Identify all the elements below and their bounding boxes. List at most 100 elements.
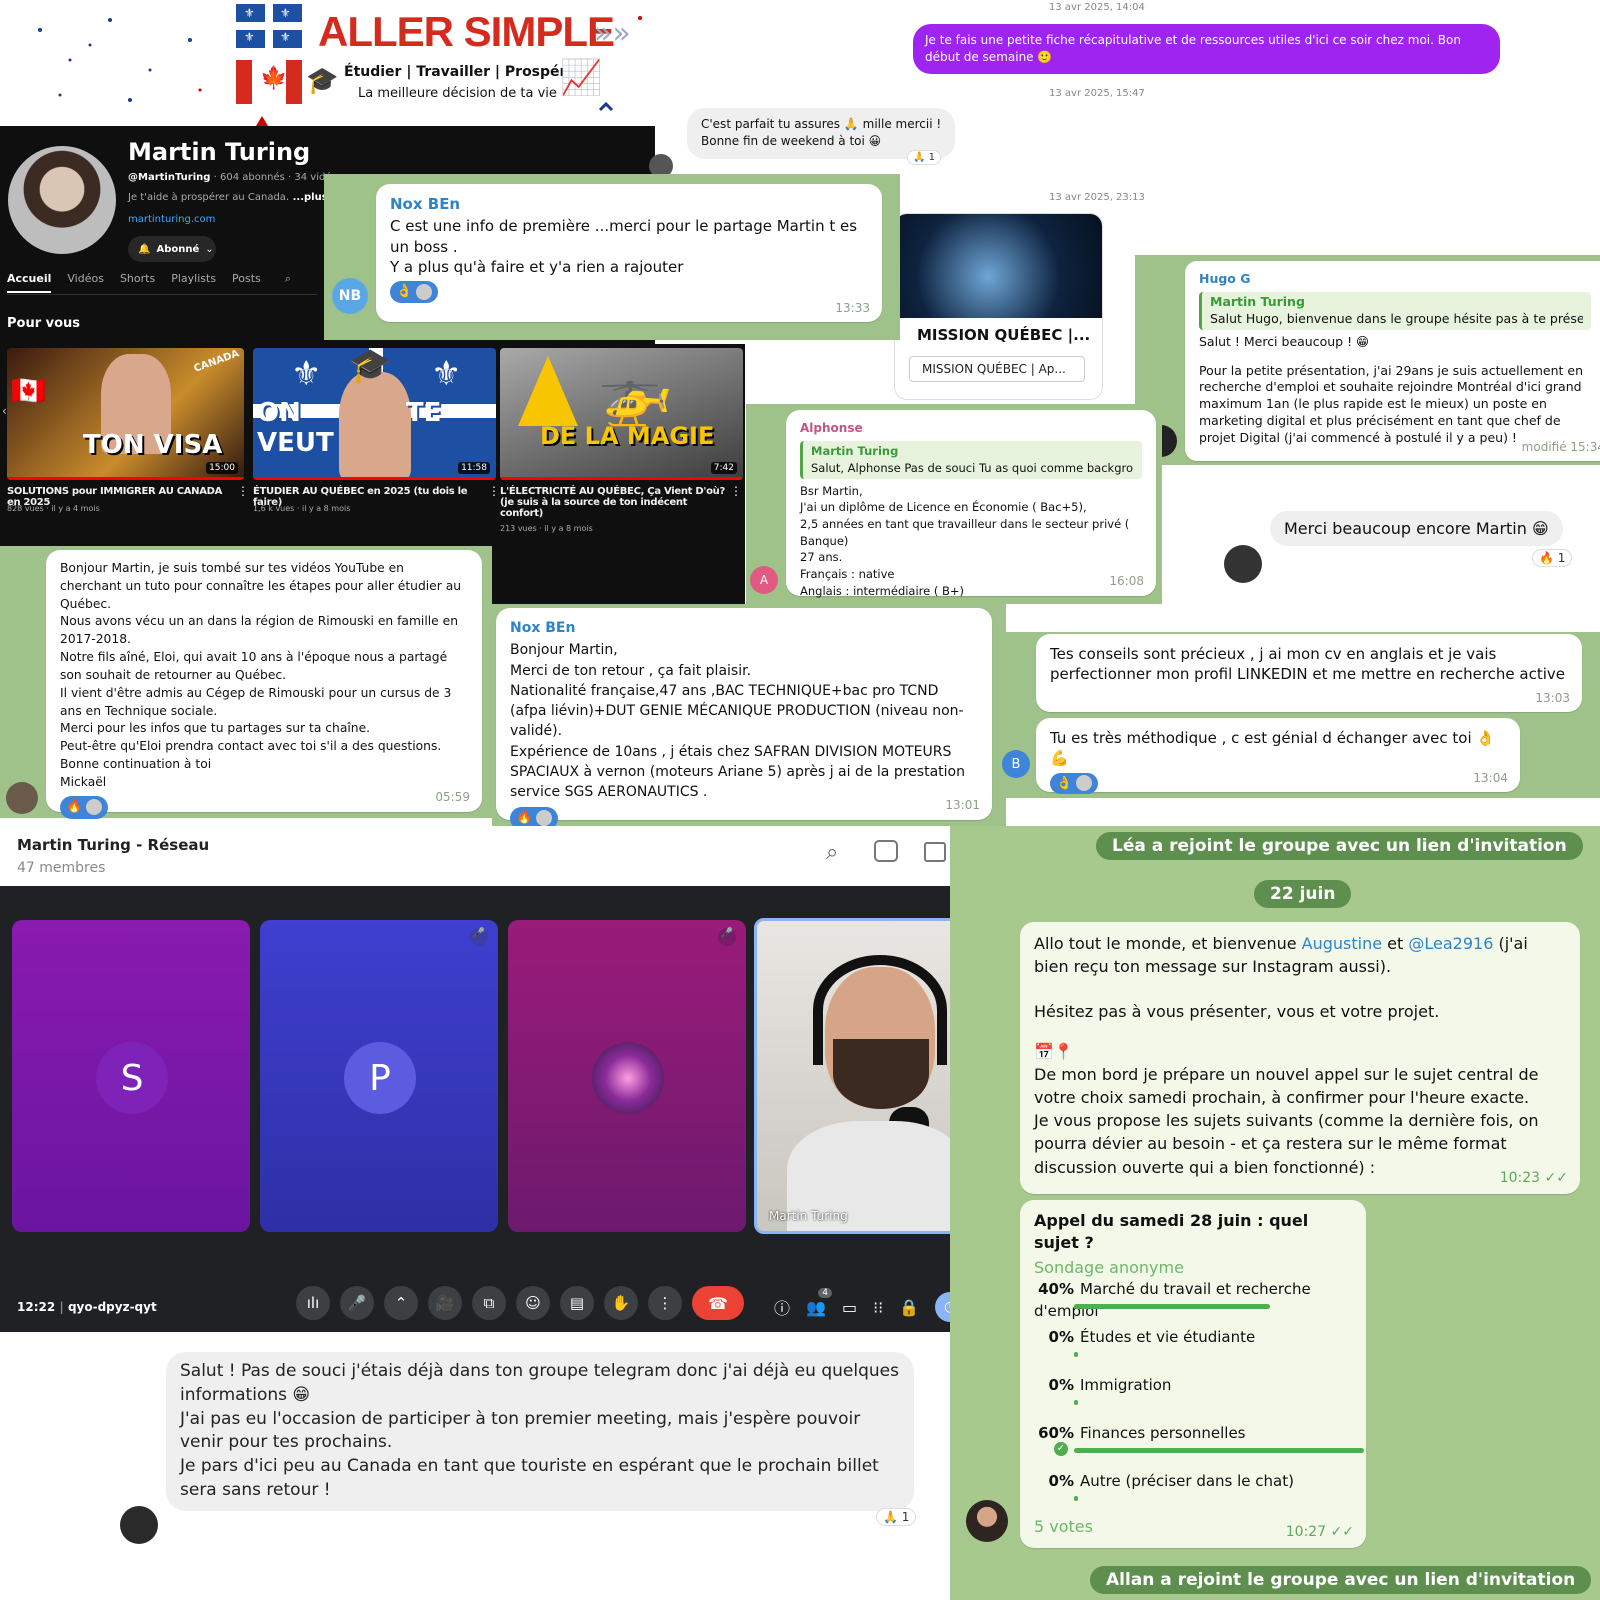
audio-levels-icon[interactable]: ılı	[296, 1286, 330, 1320]
channel-meta: @MartinTuring · 604 abonnés · 34 vidéos	[128, 172, 343, 183]
people-icon[interactable]: 👥 4	[806, 1287, 832, 1317]
mention-link[interactable]: Augustine	[1302, 934, 1382, 953]
scroll-left-icon[interactable]: ‹	[2, 404, 7, 418]
poll-votes[interactable]: 5 votes	[1034, 1516, 1093, 1538]
chat-date: 13 avr 2025, 15:47	[1049, 88, 1145, 99]
meet-clock: 12:22	[17, 1300, 56, 1314]
message-line: Hésitez pas à vous présenter, vous et vo…	[1034, 1002, 1440, 1022]
tab-accueil[interactable]: Accueil	[7, 272, 52, 293]
subscribed-button[interactable]: 🔔 Abonné ⌄	[128, 236, 216, 262]
host-controls-icon[interactable]: 🔒	[899, 1298, 919, 1317]
participant-tile[interactable]: 🎤	[508, 920, 746, 1232]
message-line: Je vous propose les sujets suivants (com…	[1034, 1111, 1539, 1177]
present-screen-icon[interactable]: ⧉	[472, 1286, 506, 1320]
poll-option[interactable]: 0% Immigration	[1034, 1374, 1364, 1418]
poll-option[interactable]: 40% Marché du travail et recherche d'empl…	[1034, 1278, 1364, 1322]
mention-link[interactable]: @Lea2916	[1408, 934, 1493, 953]
reaction-badge[interactable]: 🔥 1	[1532, 549, 1573, 567]
channel-link[interactable]: martinturing.com	[128, 214, 215, 225]
video-thumbnail[interactable]: 🇨🇦 CANADA TON VISA 15:00	[7, 348, 244, 480]
message-line: Salut ! Merci beaucoup ! 😁	[1199, 333, 1370, 349]
tab-playlists[interactable]: Playlists	[171, 272, 216, 293]
message-line: Bonne fin de weekend à toi 😀	[701, 134, 882, 149]
tab-videos[interactable]: Vidéos	[67, 272, 104, 293]
poll-option[interactable]: 60% Finances personnelles ✓	[1034, 1422, 1364, 1466]
reaction-badge[interactable]: 🙏 1	[907, 150, 941, 165]
channel-avatar[interactable]	[8, 146, 116, 254]
mic-icon[interactable]: 🎤	[340, 1286, 374, 1320]
channel-description[interactable]: Je t'aide à prospérer au Canada. ...plus	[128, 192, 328, 203]
poll-option[interactable]: 0% Autre (préciser dans le chat)	[1034, 1470, 1364, 1514]
shared-video-button[interactable]: MISSION QUÉBEC | Ap...	[909, 356, 1085, 382]
tab-posts[interactable]: Posts	[232, 272, 261, 293]
banner-subtitle: La meilleure décision de ta vie	[358, 86, 557, 101]
chat-icon[interactable]: ▭	[842, 1298, 857, 1317]
time-text: 10:27	[1285, 1524, 1327, 1541]
poll-option-bar	[1074, 1496, 1078, 1501]
quote-text: Salut Hugo, bienvenue dans le groupe hés…	[1210, 310, 1583, 326]
message-line: Salut ! Pas de souci j'étais déjà dans t…	[180, 1361, 899, 1405]
reply-quote[interactable]: Martin Turing Salut Hugo, bienvenue dans…	[1199, 291, 1591, 330]
emoji-icon[interactable]: ☺	[516, 1286, 550, 1320]
double-check-icon: ✓✓	[1544, 1169, 1568, 1186]
end-call-button[interactable]: ☎	[692, 1286, 744, 1320]
search-icon[interactable]: ⌕	[285, 272, 291, 293]
reaction-badge[interactable]: 👌	[390, 281, 439, 303]
thumb-text: TON VISA	[83, 430, 223, 460]
video-thumbnail[interactable]: ⚜ ⚜ 🎓 ON TE VEUT 11:58	[253, 348, 496, 480]
message-bubble-received: Salut ! Pas de souci j'étais déjà dans t…	[166, 1352, 914, 1511]
live-stream-icon[interactable]	[874, 840, 898, 862]
tab-shorts[interactable]: Shorts	[120, 272, 155, 293]
captions-icon[interactable]: ▤	[560, 1286, 594, 1320]
message-time: 05:59	[435, 789, 470, 804]
more-options-icon[interactable]: ⋮	[648, 1286, 682, 1320]
message-time: modifié 15:34	[1521, 439, 1600, 454]
thumb-text: ON TE VEUT	[257, 398, 442, 458]
reaction-badge[interactable]: 🔥	[60, 795, 109, 819]
participant-tile[interactable]: S	[12, 920, 250, 1232]
reaction-badge[interactable]: 🙏 1	[876, 1508, 917, 1526]
video-title[interactable]: L'ÉLECTRICITÉ AU QUÉBEC, Ça Vient D'où? …	[500, 486, 725, 519]
search-icon[interactable]: ⌕	[826, 840, 838, 865]
poll-option-label: Finances personnelles	[1080, 1424, 1246, 1442]
chevron-up-icon[interactable]: ⌃	[384, 1286, 418, 1320]
message-bubble: Allo tout le monde, et bienvenue Augusti…	[1020, 922, 1580, 1194]
telegram-chat-nox2: Nox BEn Bonjour Martin, Merci de ton ret…	[492, 604, 1006, 830]
kebab-menu-icon[interactable]: ⋮	[730, 484, 742, 498]
reaction-emoji: 👌	[396, 284, 413, 299]
speaker-name: Martin Turing	[769, 1209, 848, 1223]
channel-more-link[interactable]: ...plus	[289, 192, 328, 203]
activities-icon[interactable]: ⁝⁝	[873, 1298, 883, 1317]
poll-option-bar	[1074, 1448, 1364, 1453]
welcome-pre: Allo tout le monde, et bienvenue	[1034, 934, 1302, 953]
message-text: Pour la petite présentation, j'ai 29ans …	[1199, 362, 1583, 446]
shared-video-card[interactable]: MISSION QUÉBEC |... MISSION QUÉBEC | Ap.…	[895, 214, 1102, 399]
video-thumbnail[interactable]: 🚁 DE LA MAGIE 7:42	[500, 348, 743, 480]
message-time: 13:33	[835, 300, 870, 315]
reactor-avatar	[416, 283, 433, 300]
message-line: Mickaël	[60, 774, 107, 789]
avatar: NB	[332, 278, 368, 314]
message-bubble-received: Merci beaucoup encore Martin 😁	[1270, 511, 1563, 546]
headphones-icon	[813, 955, 947, 1065]
message-line: Je pars d'ici peu au Canada en tant que …	[180, 1456, 879, 1500]
reply-quote[interactable]: Martin Turing Salut, Alphonse Pas de sou…	[800, 441, 1142, 479]
message-line: 2,5 années en tant que travailleur dans …	[800, 517, 1130, 548]
reactor-avatar	[86, 799, 103, 816]
avatar	[966, 1500, 1008, 1542]
sidebar-toggle-icon[interactable]	[924, 842, 946, 862]
poll-option[interactable]: 0% Études et vie étudiante	[1034, 1326, 1364, 1370]
graduation-cap-icon: 🎓	[349, 348, 392, 386]
channel-desc-text: Je t'aide à prospérer au Canada.	[128, 192, 290, 203]
raise-hand-icon[interactable]: ✋	[604, 1286, 638, 1320]
kebab-menu-icon[interactable]: ⋮	[237, 484, 249, 498]
kebab-menu-icon[interactable]: ⋮	[488, 484, 500, 498]
info-icon[interactable]: ⓘ	[774, 1295, 790, 1319]
message-line: J'ai un diplôme de Licence en Économie (…	[800, 500, 1087, 515]
reaction-badge[interactable]: 👌	[1050, 772, 1099, 795]
participant-tile[interactable]: 🎤 P	[260, 920, 498, 1232]
message-line: Nous avons vécu un an dans la région de …	[60, 614, 459, 647]
camera-icon[interactable]: 🎥	[428, 1286, 462, 1320]
avatar: B	[1002, 750, 1030, 778]
mic-muted-icon: 🎤	[718, 928, 736, 946]
